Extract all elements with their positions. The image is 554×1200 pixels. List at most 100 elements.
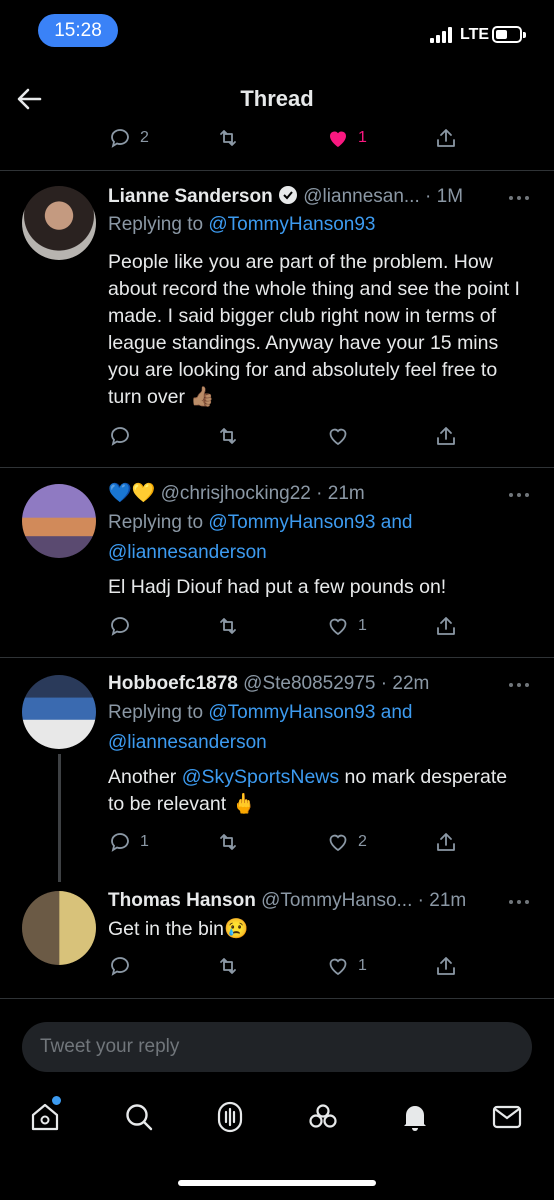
- retweet-button[interactable]: [216, 422, 240, 450]
- like-button[interactable]: [326, 422, 350, 450]
- mention-link[interactable]: @TommyHanson93 and: [208, 512, 412, 533]
- reply-icon: [111, 427, 129, 446]
- thread-header: Thread: [0, 72, 554, 128]
- reply-icon: [111, 957, 129, 976]
- reply-button[interactable]: [108, 612, 132, 640]
- share-icon: [437, 617, 455, 635]
- more-icon[interactable]: [506, 894, 532, 910]
- tweet-header: Thomas Hanson @TommyHanso... · 21m: [108, 888, 508, 914]
- avatar[interactable]: [22, 675, 96, 749]
- tweet-header: Lianne Sanderson @liannesan... · 1M: [108, 184, 508, 210]
- share-icon: [437, 129, 455, 147]
- share-button[interactable]: [434, 422, 458, 450]
- tweet-text-part: Another: [108, 766, 182, 788]
- search-icon: [126, 1104, 153, 1131]
- like-button[interactable]: 1: [326, 124, 367, 152]
- retweet-icon: [220, 958, 236, 974]
- timestamp: · 22m: [380, 673, 430, 694]
- like-count: 1: [358, 129, 367, 146]
- avatar[interactable]: [22, 484, 96, 558]
- nav-messages[interactable]: [490, 1100, 524, 1134]
- mention-link[interactable]: @liannesanderson: [108, 542, 267, 563]
- more-icon[interactable]: [506, 487, 532, 503]
- like-button[interactable]: 1: [326, 612, 367, 640]
- handle: @liannesan...: [303, 186, 420, 207]
- heart-icon: [329, 958, 347, 976]
- mention-link[interactable]: @TommyHanson93 and: [208, 702, 412, 723]
- heart-filled-icon: [330, 131, 346, 147]
- status-time: 15:28: [38, 14, 118, 47]
- share-button[interactable]: [434, 952, 458, 980]
- bell-icon: [404, 1106, 426, 1131]
- display-name[interactable]: 💙💛: [108, 483, 155, 504]
- signal-icon: [430, 27, 456, 43]
- like-count: 2: [358, 833, 367, 850]
- retweet-button[interactable]: [216, 124, 240, 152]
- reply-button[interactable]: [108, 952, 132, 980]
- reply-count: 2: [140, 129, 149, 146]
- handle: @chrisjhocking22: [160, 483, 311, 504]
- bottom-nav: [0, 1090, 554, 1146]
- replying-to: Replying to @TommyHanson93: [108, 210, 528, 240]
- reply-button[interactable]: [108, 422, 132, 450]
- nav-search[interactable]: [122, 1100, 156, 1134]
- share-button[interactable]: [434, 124, 458, 152]
- reply-button[interactable]: 2: [108, 124, 149, 152]
- handle: @Ste80852975: [243, 673, 376, 694]
- share-icon: [437, 427, 455, 445]
- nav-communities[interactable]: [306, 1100, 340, 1134]
- display-name[interactable]: Hobboefc1878: [108, 673, 238, 694]
- verified-badge-icon: [278, 186, 297, 204]
- tweet-actions: 1 2: [108, 828, 468, 856]
- timestamp: · 21m: [316, 483, 365, 504]
- heart-icon: [329, 834, 347, 852]
- replying-prefix: Replying to: [108, 512, 209, 533]
- display-name[interactable]: Thomas Hanson: [108, 890, 256, 911]
- divider: [0, 467, 554, 468]
- share-button[interactable]: [434, 612, 458, 640]
- avatar[interactable]: [22, 186, 96, 260]
- retweet-button[interactable]: [216, 612, 240, 640]
- reply-icon: [111, 617, 129, 636]
- retweet-button[interactable]: [216, 952, 240, 980]
- like-button[interactable]: 1: [326, 952, 367, 980]
- divider: [0, 170, 554, 171]
- mention-link[interactable]: @liannesanderson: [108, 732, 267, 753]
- avatar[interactable]: [22, 891, 96, 965]
- tweet-text: Another @SkySportsNews no mark desperate…: [108, 764, 528, 818]
- share-button[interactable]: [434, 828, 458, 856]
- nav-home[interactable]: [28, 1096, 62, 1134]
- reply-composer[interactable]: [22, 1022, 532, 1072]
- replying-prefix: Replying to: [108, 702, 209, 723]
- tweet-text: People like you are part of the problem.…: [108, 251, 520, 408]
- reply-icon: [111, 129, 129, 148]
- like-button[interactable]: 2: [326, 828, 367, 856]
- more-icon[interactable]: [506, 190, 532, 206]
- tweet-actions: 1: [108, 612, 468, 640]
- retweet-button[interactable]: [216, 828, 240, 856]
- battery-icon: [492, 26, 526, 43]
- more-icon[interactable]: [506, 677, 532, 693]
- mention-link[interactable]: @SkySportsNews: [182, 766, 339, 788]
- retweet-icon: [220, 428, 236, 444]
- reply-input[interactable]: [22, 1022, 532, 1072]
- mention-link[interactable]: @TommyHanson93: [208, 214, 375, 235]
- nav-spaces[interactable]: [213, 1100, 247, 1134]
- retweet-icon: [220, 618, 236, 634]
- reply-button[interactable]: 1: [108, 828, 149, 856]
- divider: [0, 657, 554, 658]
- replying-to: Replying to @TommyHanson93 and @liannesa…: [108, 508, 528, 568]
- tweet-header: Hobboefc1878 @Ste80852975 · 22m: [108, 671, 508, 697]
- reply-icon: [111, 833, 129, 852]
- share-icon: [437, 957, 455, 975]
- nav-notifications[interactable]: [398, 1100, 432, 1134]
- display-name[interactable]: Lianne Sanderson: [108, 186, 273, 207]
- reply-count: 1: [140, 833, 149, 850]
- timestamp: · 21m: [417, 890, 467, 911]
- heart-icon: [329, 428, 347, 446]
- timestamp: · 1M: [425, 186, 464, 207]
- status-bar: 15:28 LTE: [0, 0, 554, 62]
- retweet-icon: [220, 130, 236, 146]
- thread-connector-line: [58, 754, 61, 882]
- divider: [0, 998, 554, 999]
